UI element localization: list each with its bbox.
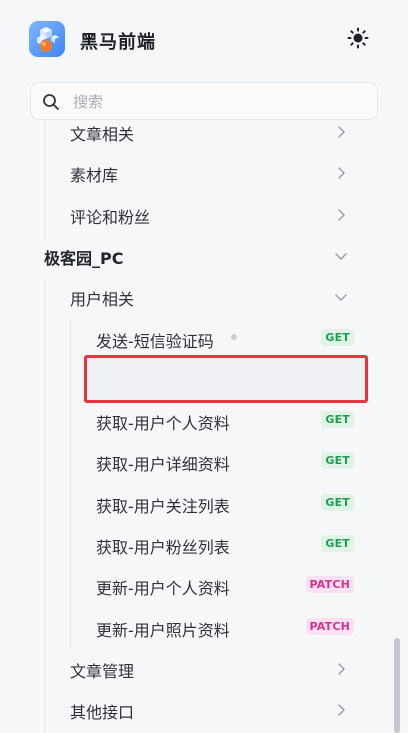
tree-item-label: 更新-用户照片资料 [96, 620, 230, 640]
chevron-down-icon[interactable] [334, 289, 348, 303]
tree-item-label: 获取-用户粉丝列表 [96, 538, 230, 557]
tree-item-label: 其他接口 [70, 703, 135, 723]
method-badge-get: GET [321, 328, 354, 346]
tree-item[interactable]: 获取-用户详细资料 GET [0, 441, 392, 481]
chevron-right-icon[interactable] [334, 702, 348, 716]
search-box[interactable] [30, 82, 378, 120]
tree-item-label: 更新-用户个人资料 [96, 579, 230, 599]
method-badge-get: GET [321, 493, 354, 511]
tree-item-label: 文章管理 [70, 661, 135, 681]
tree-item[interactable]: 更新-用户照片资料 PATCH [0, 607, 392, 647]
chevron-right-icon[interactable] [334, 661, 348, 675]
tree-item-label: 获取-用户个人资料 [96, 414, 230, 434]
chevron-right-icon[interactable] [334, 124, 348, 138]
tree-item-label: 评论和粉丝 [70, 207, 151, 227]
sun-icon[interactable] [346, 26, 370, 50]
chevron-right-icon[interactable] [334, 165, 348, 180]
scrollbar[interactable] [394, 638, 400, 733]
tree-item-label: 获取-用户详细资料 [96, 455, 230, 475]
chevron-down-icon[interactable] [334, 248, 348, 262]
status-dot [231, 333, 237, 340]
tree-item[interactable]: 获取-用户粉丝列表 GET [0, 524, 392, 564]
search-icon [42, 93, 60, 111]
tree-item[interactable]: 获取-用户个人资料 GET [0, 400, 392, 440]
app-name: 黑马前端 [80, 32, 156, 53]
tree-item-label: 用户相关 [70, 290, 135, 310]
api-tree: 文章相关素材库评论和粉丝极客园_PC用户相关发送-短信验证码GET注册/登录PO… [0, 120, 408, 733]
tree-item[interactable]: 发送-短信验证码 GET [0, 318, 392, 358]
tree-item[interactable]: 文章管理 [0, 648, 392, 688]
selected-item-highlight [84, 355, 368, 403]
tree-item[interactable]: 评论和粉丝 [0, 194, 392, 234]
search-input[interactable] [71, 90, 365, 114]
method-badge-get: GET [321, 452, 354, 470]
tree-item[interactable]: 文章相关 [0, 120, 392, 151]
tree-item-label: 素材库 [70, 166, 119, 186]
tree-item[interactable]: 更新-用户个人资料 PATCH [0, 565, 392, 605]
tree-item[interactable]: 极客园_PC [0, 235, 392, 275]
method-badge-get: GET [321, 535, 354, 552]
sidebar-header: 黑马前端 [0, 0, 408, 78]
method-badge-get: GET [321, 411, 354, 429]
tree-item-label: 极客园_PC [44, 248, 124, 268]
method-badge-patch: PATCH [305, 617, 354, 635]
tree-item[interactable]: 用户相关 [0, 276, 392, 316]
tree-item-label: 获取-用户关注列表 [96, 496, 230, 516]
tree-item[interactable]: 其他接口 [0, 689, 392, 729]
tree-item[interactable]: 素材库 [0, 152, 392, 192]
app-logo-icon[interactable] [29, 21, 65, 57]
tree-item-label: 文章相关 [70, 125, 135, 144]
method-badge-patch: PATCH [305, 576, 354, 594]
tree-item-label: 发送-短信验证码 [96, 331, 214, 351]
tree-item[interactable]: 获取-用户关注列表 GET [0, 483, 392, 523]
chevron-right-icon[interactable] [334, 207, 348, 221]
